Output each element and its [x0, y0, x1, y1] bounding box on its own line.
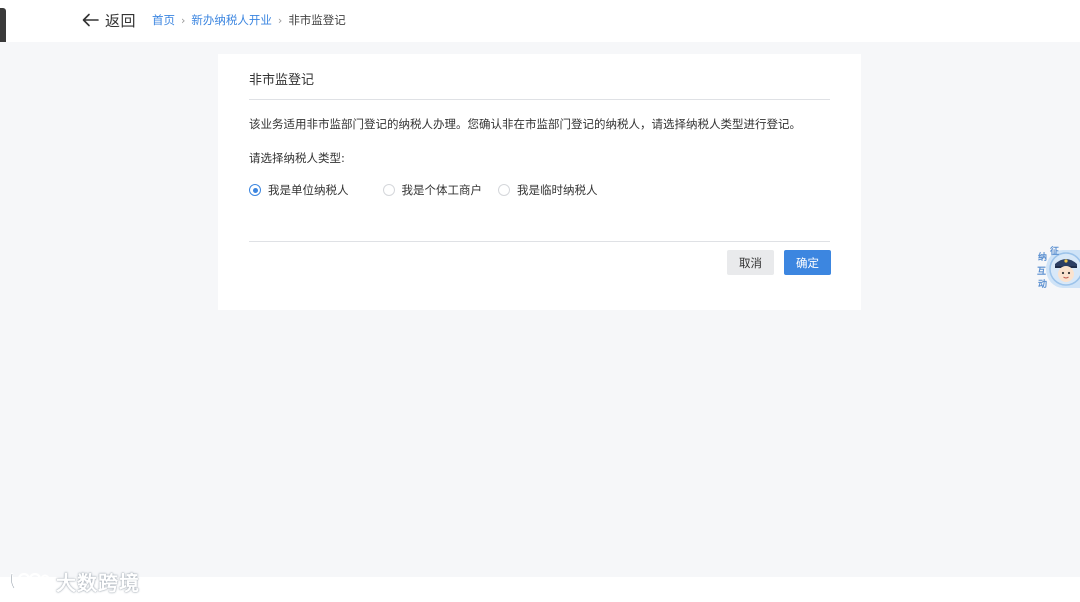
footer-area [0, 577, 1080, 602]
breadcrumb-current: 非市监登记 [288, 13, 346, 27]
breadcrumb: 首页 › 新办纳税人开业 › 非市监登记 [152, 12, 346, 28]
radio-option-unit[interactable]: 我是单位纳税人 [249, 182, 349, 198]
registration-card: 非市监登记 该业务适用非市监部门登记的纳税人办理。您确认非在市监部门登记的纳税人… [218, 54, 861, 310]
radio-option-individual-business[interactable]: 我是个体工商户 [382, 182, 483, 198]
assistant-widget[interactable]: 征 纳 互 动 [1034, 244, 1080, 294]
breadcrumb-separator: › [277, 13, 283, 27]
assistant-char: 征 [1050, 247, 1060, 257]
watermark: 大数跨境 [8, 568, 140, 595]
card-title: 非市监登记 [249, 73, 315, 88]
radio-unchecked-icon[interactable] [498, 184, 510, 196]
radio-label: 我是个体工商户 [401, 183, 483, 197]
footer-divider [249, 241, 830, 242]
breadcrumb-home[interactable]: 首页 [152, 12, 175, 28]
assistant-char: 互 [1037, 267, 1047, 277]
taxpayer-type-radio-group: 我是单位纳税人 我是个体工商户 我是临时纳税人 [249, 182, 598, 198]
description-text: 该业务适用非市监部门登记的纳税人办理。您确认非在市监部门登记的纳税人，请选择纳税… [249, 117, 801, 131]
taxpayer-type-label: 请选择纳税人类型: [249, 151, 345, 165]
back-label: 返回 [105, 11, 137, 30]
assistant-char: 动 [1038, 280, 1048, 290]
breadcrumb-parent[interactable]: 新办纳税人开业 [191, 12, 272, 28]
watermark-logo-icon [10, 572, 50, 590]
top-bar: 返回 首页 › 新办纳税人开业 › 非市监登记 [0, 0, 1080, 52]
watermark-text: 大数跨境 [56, 570, 140, 595]
cancel-button[interactable]: 取消 [727, 250, 774, 275]
confirm-button[interactable]: 确定 [784, 250, 831, 275]
radio-label: 我是临时纳税人 [517, 183, 598, 197]
back-button[interactable]: 返回 [82, 10, 136, 30]
radio-checked-icon[interactable] [249, 184, 261, 196]
radio-option-temporary[interactable]: 我是临时纳税人 [498, 182, 598, 198]
breadcrumb-separator: › [181, 13, 186, 27]
arrow-left-icon [82, 13, 99, 27]
radio-label: 我是单位纳税人 [268, 183, 349, 197]
assistant-char: 纳 [1038, 253, 1048, 263]
title-divider [249, 99, 830, 100]
radio-unchecked-icon[interactable] [382, 184, 395, 196]
